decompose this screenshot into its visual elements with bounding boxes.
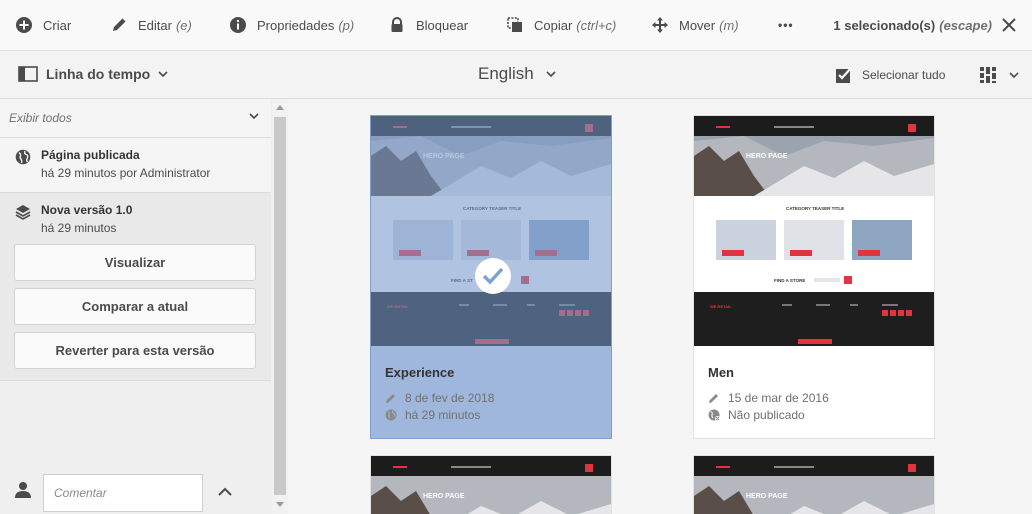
page-thumbnail: HERO PAGE [694,456,934,514]
card-published-status: Não publicado [728,408,805,422]
globe-icon [385,409,397,421]
card-modified-date: 15 de mar de 2016 [728,391,829,405]
scroll-down-arrow-icon[interactable] [276,502,284,507]
timeline-entry-subtitle: há 29 minutos [41,221,117,235]
view-switcher[interactable] [979,66,1019,84]
timeline-entry-title: Nova versão 1.0 [41,203,133,217]
thumbnail-hero-text: HERO PAGE [746,153,788,160]
card-published: há 29 minutos [385,408,480,422]
chevron-up-icon[interactable] [216,483,234,501]
page-card-experience[interactable]: HERO PAGE CATEGORY TEASER TITLE FIND A S… [370,115,612,439]
card-published: Não publicado [708,408,805,422]
select-all-label: Selecionar tudo [862,68,946,82]
globe-icon [15,149,31,165]
move-button[interactable]: Mover (m) [651,0,739,51]
pencil-icon [385,392,397,404]
selection-overlay [371,116,611,346]
timeline-entry-subtitle: há 29 minutos por Administrator [41,166,211,180]
select-all-button[interactable]: Selecionar tudo [835,66,945,84]
rail-scroll-thumb[interactable] [274,117,286,495]
rail-panel-icon [18,66,38,82]
page-card[interactable]: HERO PAGE [370,455,612,514]
checkbox-icon [836,67,852,83]
layers-icon [15,205,31,220]
card-modified: 8 de fev de 2018 [385,391,494,405]
create-label: Criar [43,17,72,33]
timeline-filter[interactable]: Exibir todos [0,99,271,138]
pencil-icon [110,16,128,34]
copy-label: Copiar [534,17,573,33]
properties-button[interactable]: Propriedades (p) [229,0,354,51]
edit-button[interactable]: Editar (e) [110,0,192,51]
lock-label: Bloquear [416,17,469,33]
edit-shortcut: (e) [175,17,192,33]
copy-shortcut: (ctrl+c) [576,17,617,33]
timeline-rail: Exibir todos Página publicada há 29 minu… [0,99,288,514]
info-icon [229,16,247,34]
close-selection-button[interactable] [1000,16,1018,34]
card-modified: 15 de mar de 2016 [708,391,829,405]
rail-selector[interactable]: Linha do tempo [18,65,168,83]
page-thumbnail: HERO PAGE CATEGORY TEASER TITLE FIND A S… [371,116,611,346]
more-actions-button[interactable]: ••• [778,0,794,51]
card-published-status: há 29 minutos [405,408,481,422]
secondary-toolbar: Linha do tempo English Selecionar tudo [0,51,1032,99]
comment-bar [0,473,271,514]
user-icon [15,482,31,498]
thumbnail-store-text: FIND A STORE [774,278,805,283]
card-view-icon [980,67,996,83]
create-button[interactable]: Criar [15,0,71,51]
chevron-down-icon [1009,72,1019,78]
pencil-icon [708,392,720,404]
rail-selector-label: Linha do tempo [46,66,151,82]
action-bar: Criar Editar (e) Propriedades (p) Bloque… [0,0,1032,51]
comment-input[interactable] [43,474,203,512]
thumbnail-teaser-text: CATEGORY TEASER TITLE [786,206,844,211]
lock-button[interactable]: Bloquear [388,0,468,51]
scroll-up-arrow-icon[interactable] [276,105,284,110]
thumbnail-hero-text: HERO PAGE [423,493,465,500]
card-title: Men [708,365,734,380]
copy-button[interactable]: Copiar (ctrl+c) [506,0,616,51]
plus-circle-icon [15,16,33,34]
page-thumbnail: HERO PAGE CATEGORY TEASER TITLE FIND A S… [694,116,934,346]
move-shortcut: (m) [719,17,739,33]
card-grid: HERO PAGE CATEGORY TEASER TITLE FIND A S… [289,99,1032,514]
selection-label: 1 selecionado(s) [833,18,936,33]
selection-count: 1 selecionado(s) (escape) [833,0,992,51]
timeline-entry-published[interactable]: Página publicada há 29 minutos por Admin… [0,138,271,193]
card-title: Experience [385,365,455,380]
revert-version-button[interactable]: Reverter para esta versão [14,332,256,369]
timeline-filter-label: Exibir todos [9,111,72,125]
chevron-down-icon [158,71,168,77]
page-card-men[interactable]: HERO PAGE CATEGORY TEASER TITLE FIND A S… [693,115,935,439]
chevron-down-icon [546,71,556,77]
card-modified-date: 8 de fev de 2018 [405,391,495,405]
copy-icon [506,16,524,34]
preview-version-button[interactable]: Visualizar [14,244,256,281]
move-label: Mover [679,17,716,33]
lock-icon [388,16,406,34]
close-icon [1002,18,1016,32]
page-thumbnail: HERO PAGE [371,456,611,514]
unpublished-globe-icon [708,409,720,421]
move-icon [651,16,669,34]
compare-version-button[interactable]: Comparar a atual [14,288,256,325]
thumbnail-hero-text: HERO PAGE [746,493,788,500]
selection-shortcut: (escape) [939,18,992,33]
language-label: English [478,64,534,83]
page-card[interactable]: HERO PAGE [693,455,935,514]
properties-shortcut: (p) [338,17,355,33]
chevron-down-icon [249,113,259,119]
properties-label: Propriedades [257,17,335,33]
timeline-entry-title: Página publicada [41,148,140,162]
selected-check-icon [475,258,511,294]
language-selector[interactable]: English [478,64,556,84]
thumbnail-brand-text: WE.RETAIL [710,304,732,309]
edit-label: Editar [138,17,172,33]
